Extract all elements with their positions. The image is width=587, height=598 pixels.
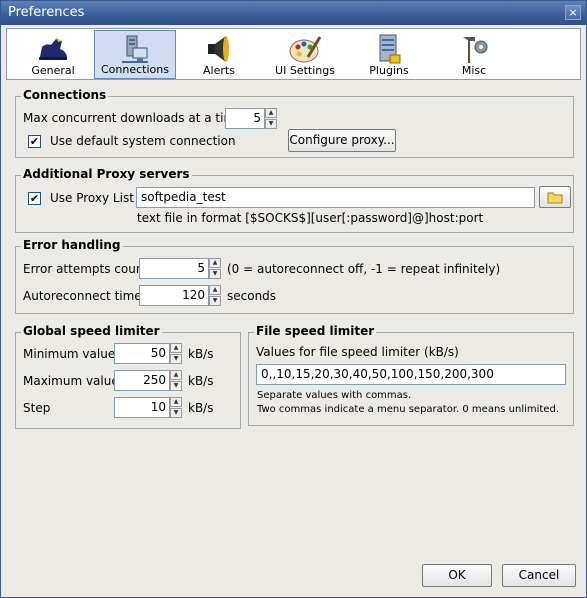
use-proxy-list-label: Use Proxy List <box>50 191 134 205</box>
max-downloads-field[interactable]: 5 <box>225 108 265 129</box>
browse-button[interactable] <box>539 186 571 208</box>
spinner-up-button[interactable]: ▲ <box>209 258 221 268</box>
spinner-down-button[interactable]: ▼ <box>170 381 182 391</box>
maximum-value-field[interactable]: 250 <box>114 370 170 391</box>
proxy-list-input[interactable]: softpedia_test <box>136 187 535 208</box>
autoreconnect-spinner[interactable]: 120 ▲ ▼ <box>139 285 221 306</box>
maximum-value-label: Maximum value <box>23 374 119 388</box>
tab-label: General <box>31 64 75 77</box>
tab-general[interactable]: General <box>12 30 94 79</box>
tab-misc[interactable]: Misc <box>433 30 515 79</box>
tab-alerts[interactable]: Alerts <box>178 30 260 79</box>
plugin-server-icon <box>379 34 401 64</box>
separator-note: Separate values with commas. <box>257 390 412 401</box>
autoreconnect-unit: seconds <box>227 289 277 303</box>
error-attempts-label: Error attempts count <box>23 262 149 276</box>
error-attempts-hint: (0 = autoreconnect off, -1 = repeat infi… <box>227 262 501 276</box>
global-speed-group: Global speed limiter Minimum value 50 ▲ … <box>15 324 241 429</box>
max-downloads-spinner[interactable]: 5 ▲ ▼ <box>225 108 277 129</box>
group-title: Global speed limiter <box>21 324 162 338</box>
file-speed-values-input[interactable]: 0,,10,15,20,30,40,50,100,150,200,300 <box>256 364 566 385</box>
tab-label: UI Settings <box>275 64 335 77</box>
minimum-value-field[interactable]: 50 <box>114 343 170 364</box>
minimum-value-spinner[interactable]: 50 ▲ ▼ <box>114 343 182 364</box>
autoreconnect-label: Autoreconnect time <box>23 289 142 303</box>
spinner-up-button[interactable]: ▲ <box>170 343 182 353</box>
tab-ui-settings[interactable]: UI Settings <box>264 30 346 79</box>
tools-icon <box>463 37 488 63</box>
category-toolbar: General Connections Alerts UI Settings P… <box>6 28 581 80</box>
window-title: Preferences <box>8 5 85 20</box>
autoreconnect-field[interactable]: 120 <box>139 285 209 306</box>
ok-button[interactable]: OK <box>422 564 492 587</box>
default-connection-checkbox[interactable]: ✔ <box>28 135 41 148</box>
step-spinner[interactable]: 10 ▲ ▼ <box>114 397 182 418</box>
error-attempts-spinner[interactable]: 5 ▲ ▼ <box>139 258 221 279</box>
close-button[interactable]: × <box>565 5 581 20</box>
boot-icon <box>39 37 67 60</box>
max-downloads-label: Max concurrent downloads at a time <box>23 111 243 125</box>
file-speed-group: File speed limiter Values for file speed… <box>248 324 574 426</box>
preferences-window: Preferences × General Connections Alerts… <box>0 0 587 598</box>
unit-label: kB/s <box>188 347 214 361</box>
spinner-up-button[interactable]: ▲ <box>170 370 182 380</box>
configure-proxy-button[interactable]: Configure proxy... <box>288 129 396 152</box>
proxy-format-hint: text file in format [$SOCKS$][user[:pass… <box>137 211 484 225</box>
group-title: Error handling <box>21 238 123 252</box>
palette-icon <box>289 36 322 63</box>
tab-label: Alerts <box>203 64 235 77</box>
unit-label: kB/s <box>188 374 214 388</box>
network-computer-icon <box>122 35 148 63</box>
spinner-down-button[interactable]: ▼ <box>209 269 221 279</box>
spinner-down-button[interactable]: ▼ <box>170 408 182 418</box>
maximum-value-spinner[interactable]: 250 ▲ ▼ <box>114 370 182 391</box>
tab-label: Misc <box>461 64 487 77</box>
title-bar[interactable]: Preferences × <box>1 1 586 25</box>
spinner-down-button[interactable]: ▼ <box>170 354 182 364</box>
step-field[interactable]: 10 <box>114 397 170 418</box>
spinner-down-button[interactable]: ▼ <box>265 119 277 129</box>
error-attempts-field[interactable]: 5 <box>139 258 209 279</box>
connections-group: Connections Max concurrent downloads at … <box>15 88 574 158</box>
tab-plugins[interactable]: Plugins <box>348 30 430 79</box>
tab-label: Plugins <box>369 64 409 77</box>
spinner-up-button[interactable]: ▲ <box>209 285 221 295</box>
error-handling-group: Error handling Error attempts count 5 ▲ … <box>15 238 574 314</box>
spinner-down-button[interactable]: ▼ <box>209 296 221 306</box>
unit-label: kB/s <box>188 401 214 415</box>
cancel-button[interactable]: Cancel <box>502 564 576 587</box>
speaker-icon <box>208 36 229 62</box>
file-speed-values-label: Values for file speed limiter (kB/s) <box>256 345 459 359</box>
step-label: Step <box>23 401 51 415</box>
spinner-up-button[interactable]: ▲ <box>170 397 182 407</box>
folder-icon <box>547 192 563 204</box>
tab-connections[interactable]: Connections <box>94 30 176 79</box>
group-title: Additional Proxy servers <box>21 167 192 181</box>
group-title: Connections <box>21 88 109 102</box>
tab-label: Connections <box>101 63 169 76</box>
spinner-up-button[interactable]: ▲ <box>265 108 277 118</box>
minimum-value-label: Minimum value <box>23 347 116 361</box>
group-title: File speed limiter <box>254 324 377 338</box>
menu-separator-note: Two commas indicate a menu separator. 0 … <box>257 404 560 415</box>
default-connection-label: Use default system connection <box>50 134 236 148</box>
use-proxy-list-checkbox[interactable]: ✔ <box>28 192 41 205</box>
proxy-group: Additional Proxy servers ✔ Use Proxy Lis… <box>15 167 574 233</box>
